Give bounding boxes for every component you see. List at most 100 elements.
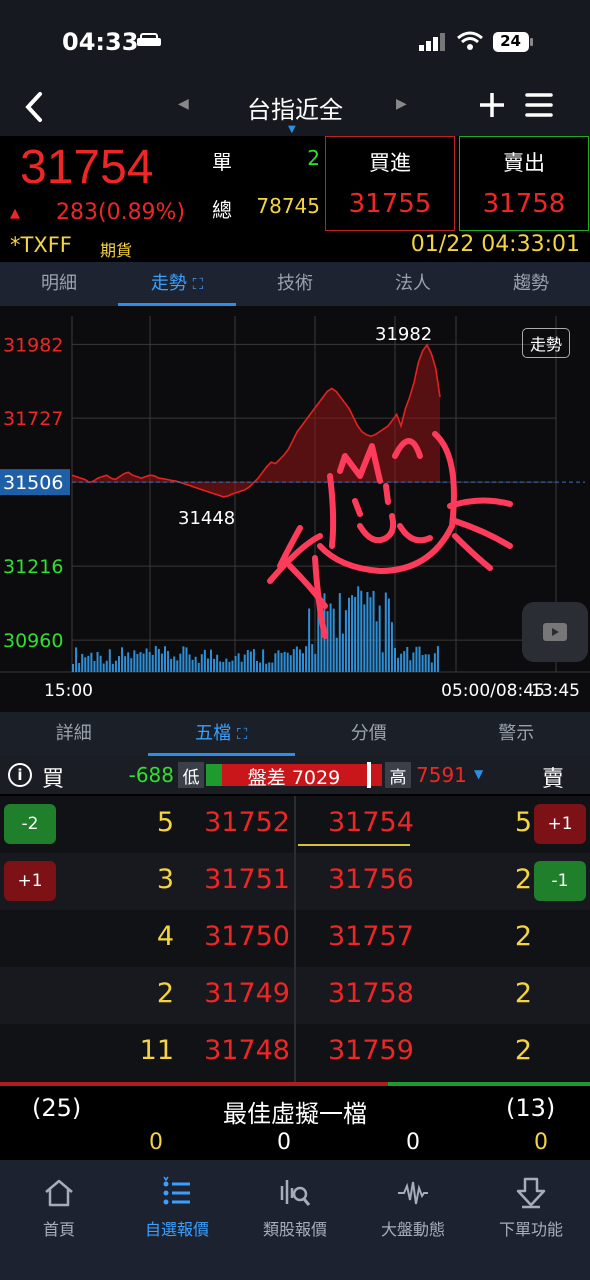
analysis-icon [280, 1180, 311, 1206]
bid-change-chip: +1 [4, 861, 56, 901]
tab-details[interactable]: 詳細 [0, 712, 148, 756]
volume-bar [314, 653, 317, 672]
info-icon[interactable]: i [8, 763, 32, 787]
volume-bar [433, 653, 436, 672]
next-arrow-icon[interactable]: ▶ [396, 96, 407, 112]
ask-price[interactable]: 31758 [328, 978, 414, 1009]
volume-bar [157, 648, 160, 672]
volume-bar [170, 658, 173, 672]
bid-price[interactable]: 31750 [204, 921, 290, 952]
volume-bar [378, 605, 381, 672]
volume-bar [191, 659, 194, 672]
last-price: 31754 [20, 141, 154, 194]
ask-price[interactable]: 31754 [328, 807, 414, 838]
tab-institutional[interactable]: 法人 [354, 262, 472, 306]
video-icon[interactable] [522, 602, 588, 662]
ask-price[interactable]: 31759 [328, 1035, 414, 1066]
volume-bar [259, 662, 262, 672]
expand-icon[interactable]: ⛶ [237, 725, 248, 743]
tab-trend[interactable]: 走勢 ⛶ [118, 262, 236, 306]
book-divider [294, 796, 296, 1082]
intraday-chart[interactable]: 31982 31727 31506 31216 30960 31982 31448 15:00… [0, 306, 590, 712]
volume-bar [102, 663, 105, 672]
tab-tendency[interactable]: 趨勢 [472, 262, 590, 306]
volume-bar [222, 661, 225, 672]
volume-bar [289, 655, 292, 672]
doodle-stroke [352, 498, 363, 517]
bid-price[interactable]: 31748 [204, 1035, 290, 1066]
x-tick-label: 05:00/08:45 [441, 681, 545, 701]
tab-technical[interactable]: 技術 [236, 262, 354, 306]
volume-bar [348, 597, 350, 672]
buy-button[interactable]: 買進 31755 [325, 136, 455, 231]
buy-diff: -688 [128, 763, 174, 787]
ask-qty: 2 [514, 921, 532, 952]
cellular-signal-icon [419, 33, 445, 51]
symbol-code: *TXFF [10, 233, 72, 257]
tab-detail[interactable]: 明細 [0, 262, 118, 306]
single-volume-value: 2 [307, 146, 320, 170]
tab-price-distribution[interactable]: 分價 [295, 712, 443, 756]
tab-trend-label: 走勢 [150, 273, 187, 294]
bid-price[interactable]: 31749 [204, 978, 290, 1009]
volume-bar [381, 652, 384, 672]
bid-qty: 2 [156, 978, 174, 1009]
volume-bar [176, 660, 179, 672]
nav-market-label: 大盤動態 [380, 1220, 445, 1239]
spread-text: 盤差 7029 [247, 767, 341, 789]
doodle-stroke [447, 497, 513, 509]
high-value: 7591 [416, 763, 467, 787]
volume-bar [311, 644, 314, 672]
volume-bar [240, 661, 243, 672]
nav-header: ◀ 台指近全 ▼ ▶ [0, 80, 590, 136]
volume-bar [354, 596, 357, 672]
best-virtual-title: 最佳虛擬一檔 [223, 1100, 367, 1128]
volume-bar [200, 654, 203, 672]
bid-price[interactable]: 31751 [204, 864, 290, 895]
price-change: 283(0.89%) [56, 200, 186, 225]
doodle-stroke [397, 523, 433, 544]
volume-bar [145, 648, 148, 672]
volume-bar [384, 592, 387, 672]
volume-bar [246, 650, 249, 672]
chart-mode-button[interactable]: 走勢 [522, 328, 570, 358]
tab-five-levels[interactable]: 五檔 ⛶ [147, 712, 296, 756]
nav-home[interactable]: 首頁 [0, 1160, 118, 1280]
add-icon[interactable] [476, 88, 508, 122]
bid-price[interactable]: 31752 [204, 807, 290, 838]
volume-bar [265, 663, 268, 672]
volume-bar [142, 653, 145, 672]
volume-bar [390, 622, 393, 672]
high-label: 高 [385, 762, 411, 788]
dropdown-icon[interactable]: ▼ [474, 767, 483, 781]
tab-alerts[interactable]: 警示 [443, 712, 590, 756]
best-virtual-value: 0 [534, 1130, 548, 1155]
back-icon[interactable] [20, 90, 48, 124]
sell-button[interactable]: 賣出 31758 [459, 136, 589, 231]
nav-watchlist[interactable]: 自選報價 [118, 1160, 236, 1280]
y-tick-label: 31506 [3, 472, 63, 494]
best-virtual-value: 0 [277, 1130, 291, 1155]
car-icon [137, 33, 161, 46]
prev-arrow-icon[interactable]: ◀ [178, 96, 189, 112]
volume-bar [237, 653, 240, 672]
volume-bar [84, 657, 87, 672]
volume-bar [298, 649, 301, 672]
volume-bar [210, 649, 212, 672]
nav-order[interactable]: 下單功能 [472, 1160, 590, 1280]
nav-market[interactable]: 大盤動態 [354, 1160, 472, 1280]
bid-change-chip: -2 [4, 804, 56, 844]
ask-price[interactable]: 31757 [328, 921, 414, 952]
list-icon [163, 1176, 190, 1205]
ask-price[interactable]: 31756 [328, 864, 414, 895]
quote-datetime: 01/22 04:33:01 [410, 232, 580, 257]
nav-sector[interactable]: 類股報價 [236, 1160, 354, 1280]
wifi-icon [457, 31, 483, 50]
volume-bar [231, 660, 234, 672]
best-virtual-value: 0 [149, 1130, 163, 1155]
menu-icon[interactable] [524, 90, 554, 120]
title-dropdown-icon[interactable]: ▼ [288, 124, 296, 135]
page-title[interactable]: 台指近全 [210, 90, 380, 125]
expand-icon[interactable]: ⛶ [193, 275, 204, 293]
high-price-label: 31982 [375, 324, 432, 345]
